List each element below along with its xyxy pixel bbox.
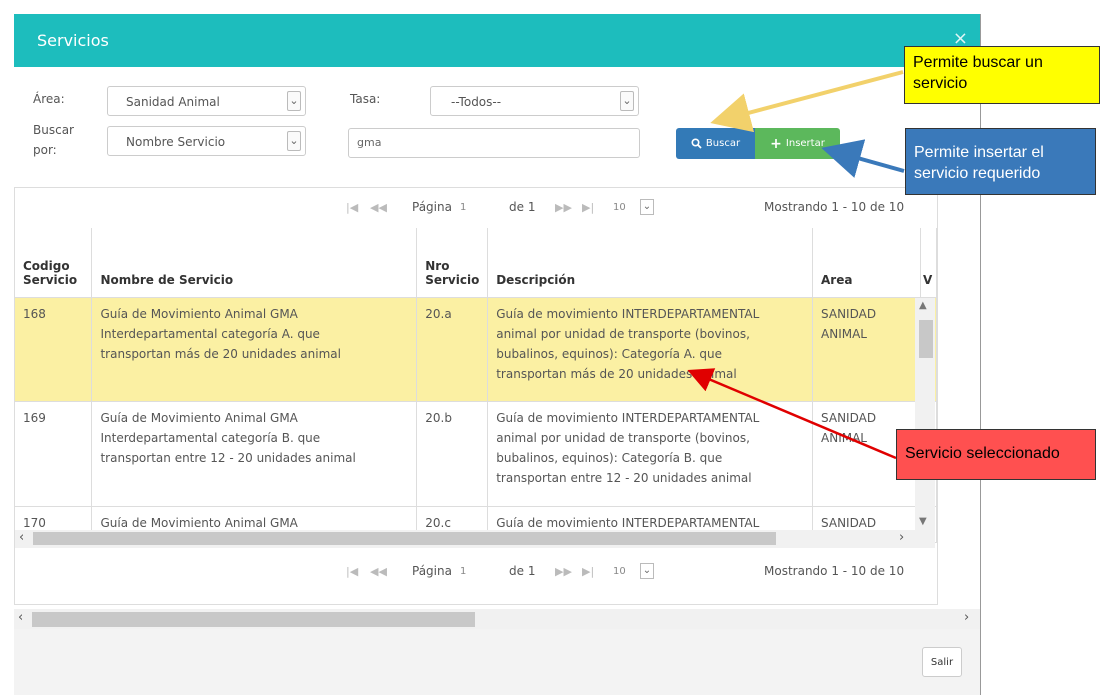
last-page-icon[interactable]: ▶| bbox=[582, 565, 594, 578]
chevron-down-icon: ⌄ bbox=[287, 91, 301, 111]
col-codigo[interactable]: Codigo Servicio bbox=[15, 228, 93, 298]
table-row[interactable]: 168 Guía de Movimiento Animal GMA Interdep… bbox=[15, 297, 938, 402]
scroll-thumb[interactable] bbox=[919, 320, 933, 358]
area-select[interactable]: Sanidad Animal ⌄ bbox=[107, 86, 306, 116]
table-row[interactable]: 169 Guía de Movimiento Animal GMA Interdep… bbox=[15, 401, 938, 507]
col-extra[interactable]: V bbox=[920, 228, 938, 298]
next-page-icon[interactable]: ▶▶ bbox=[555, 565, 572, 578]
callout-buscar: Permite buscar un servicio bbox=[904, 46, 1100, 104]
buscar-button-label: Buscar bbox=[705, 138, 741, 149]
scroll-thumb[interactable] bbox=[33, 532, 776, 545]
servicios-modal: Servicios × Área: Sanidad Animal ⌄ Tasa:… bbox=[14, 14, 981, 695]
pager-bottom: |◀ ◀◀ Página 1 de 1 ▶▶ ▶| 10 ⌄ Mostrando… bbox=[15, 548, 937, 588]
cell-nombre: Guía de Movimiento Animal GMA Interdepart… bbox=[91, 297, 418, 402]
modal-horizontal-scrollbar[interactable]: ‹ › bbox=[14, 609, 980, 629]
page-number-input[interactable]: 1 bbox=[460, 202, 466, 213]
table-header-row: Codigo Servicio Nombre de Servicio Nro Ser… bbox=[15, 228, 938, 298]
search-input[interactable]: gma bbox=[348, 128, 640, 158]
page-size-chevron-icon[interactable]: ⌄ bbox=[640, 199, 654, 215]
col-descripcion[interactable]: Descripción bbox=[487, 228, 814, 298]
tasa-select-value: --Todos-- bbox=[451, 95, 502, 109]
scroll-right-icon[interactable]: › bbox=[899, 530, 904, 545]
area-select-value: Sanidad Animal bbox=[126, 95, 220, 109]
page-size-value: 10 bbox=[613, 202, 626, 213]
scroll-up-icon[interactable]: ▲ bbox=[919, 300, 927, 311]
callout-insertar: Permite insertar el servicio requerido bbox=[905, 128, 1096, 195]
chevron-down-icon: ⌄ bbox=[287, 131, 301, 151]
buscar-por-label-2: por: bbox=[33, 143, 57, 157]
pager-top: |◀ ◀◀ Página 1 de 1 ▶▶ ▶| 10 ⌄ Mostrando… bbox=[15, 188, 937, 228]
first-page-icon[interactable]: |◀ bbox=[346, 565, 358, 578]
callout-seleccionado: Servicio seleccionado bbox=[896, 429, 1096, 480]
insertar-button-label: Insertar bbox=[785, 138, 825, 149]
scroll-left-icon[interactable]: ‹ bbox=[18, 610, 23, 625]
page-size-value: 10 bbox=[613, 566, 626, 577]
buscar-por-select-value: Nombre Servicio bbox=[126, 135, 226, 149]
grid-horizontal-scrollbar[interactable]: ‹ › bbox=[15, 530, 935, 548]
col-nombre[interactable]: Nombre de Servicio bbox=[91, 228, 418, 298]
tasa-select[interactable]: --Todos-- ⌄ bbox=[430, 86, 639, 116]
modal-titlebar: Servicios × bbox=[14, 14, 980, 67]
cell-descripcion: Guía de movimiento INTERDEPARTAMENTAL ani… bbox=[487, 401, 814, 507]
buscar-button[interactable]: Buscar bbox=[676, 128, 755, 159]
scroll-thumb[interactable] bbox=[32, 612, 475, 627]
prev-page-icon[interactable]: ◀◀ bbox=[370, 201, 387, 214]
last-page-icon[interactable]: ▶| bbox=[582, 201, 594, 214]
grid-vertical-scrollbar[interactable]: ▲ ▼ bbox=[915, 298, 935, 530]
page-label: Página bbox=[412, 564, 452, 578]
cell-nombre: Guía de Movimiento Animal GMA Interdepart… bbox=[91, 401, 418, 507]
modal-footer bbox=[14, 629, 980, 695]
area-label: Área: bbox=[33, 92, 65, 106]
col-area[interactable]: Area bbox=[812, 228, 921, 298]
cell-descripcion: Guía de movimiento INTERDEPARTAMENTAL ani… bbox=[487, 297, 814, 402]
page-size-chevron-icon[interactable]: ⌄ bbox=[640, 563, 654, 579]
record-count: Mostrando 1 - 10 de 10 bbox=[764, 200, 905, 214]
page-number-input[interactable]: 1 bbox=[460, 566, 466, 577]
page-label: Página bbox=[412, 200, 452, 214]
tasa-label: Tasa: bbox=[350, 92, 381, 106]
scroll-left-icon[interactable]: ‹ bbox=[19, 530, 24, 545]
cell-area: SANIDAD ANIMAL bbox=[812, 297, 921, 402]
buscar-por-label-1: Buscar bbox=[33, 123, 74, 137]
cell-codigo: 169 bbox=[15, 401, 93, 507]
plus-icon: + bbox=[770, 135, 782, 152]
insertar-button[interactable]: + Insertar bbox=[755, 128, 840, 159]
services-table: Codigo Servicio Nombre de Servicio Nro Ser… bbox=[15, 228, 938, 543]
search-icon bbox=[691, 138, 702, 149]
next-page-icon[interactable]: ▶▶ bbox=[555, 201, 572, 214]
modal-title: Servicios bbox=[37, 31, 109, 50]
scroll-right-icon[interactable]: › bbox=[964, 610, 969, 625]
salir-button[interactable]: Salir bbox=[922, 647, 962, 677]
record-count: Mostrando 1 - 10 de 10 bbox=[764, 564, 905, 578]
chevron-down-icon: ⌄ bbox=[620, 91, 634, 111]
prev-page-icon[interactable]: ◀◀ bbox=[370, 565, 387, 578]
first-page-icon[interactable]: |◀ bbox=[346, 201, 358, 214]
services-grid: |◀ ◀◀ Página 1 de 1 ▶▶ ▶| 10 ⌄ Mostrando… bbox=[14, 187, 938, 605]
page-of-label: de 1 bbox=[509, 200, 536, 214]
cell-nro: 20.a bbox=[416, 297, 489, 402]
cell-nro: 20.b bbox=[416, 401, 489, 507]
col-nro[interactable]: Nro Servicio bbox=[416, 228, 489, 298]
scroll-down-icon[interactable]: ▼ bbox=[919, 516, 927, 527]
cell-codigo: 168 bbox=[15, 297, 93, 402]
page-of-label: de 1 bbox=[509, 564, 536, 578]
buscar-por-select[interactable]: Nombre Servicio ⌄ bbox=[107, 126, 306, 156]
